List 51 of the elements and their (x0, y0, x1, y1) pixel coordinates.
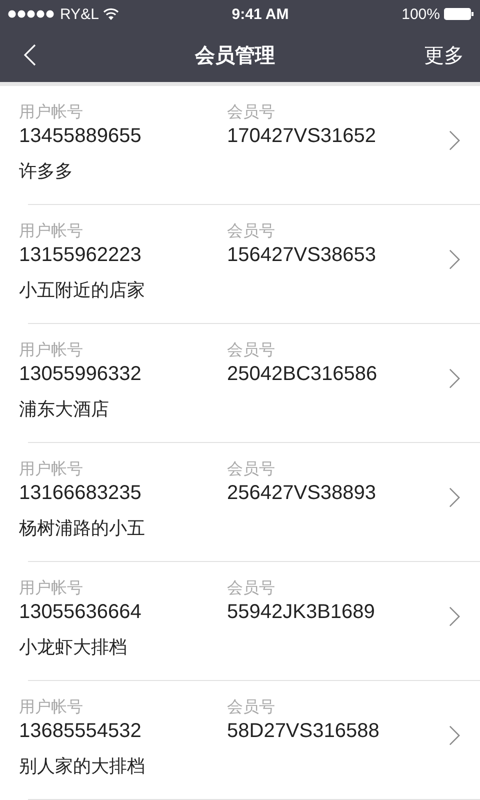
member-number: 156427VS38653 (227, 242, 378, 268)
chevron-icon (449, 130, 460, 151)
carrier-name: RY&L (60, 6, 99, 22)
chevron-icon (449, 487, 460, 508)
member-number-label: 会员号 (227, 340, 276, 360)
member-number: 58D27VS316588 (227, 718, 380, 744)
back-icon (24, 43, 36, 67)
member-name: 小龙虾大排档 (19, 636, 128, 658)
account-label: 用户帐号 (19, 460, 84, 480)
account-number: 13455889655 (19, 124, 142, 148)
member-name: 许多多 (19, 160, 74, 182)
account-label: 用户帐号 (19, 698, 84, 718)
account-number: 13166683235 (19, 480, 142, 506)
member-name: 杨树浦路的小五 (19, 516, 146, 540)
member-name: 别人家的大排档 (19, 754, 146, 778)
member-row[interactable]: 用户帐号 会员号 13055996332 25042BC316586 浦东大酒店 (0, 324, 480, 443)
chevron-icon (449, 725, 460, 746)
member-number-label: 会员号 (227, 460, 276, 480)
member-row[interactable]: 用户帐号 会员号 13455889655 170427VS31652 许多多 (0, 86, 480, 205)
member-number: 256427VS38893 (227, 480, 378, 506)
account-label: 用户帐号 (19, 578, 84, 598)
account-number: 13055996332 (19, 362, 142, 386)
battery-percent: 100% (402, 6, 440, 22)
account-label: 用户帐号 (19, 222, 84, 242)
chevron-icon (449, 368, 460, 389)
wifi-icon (102, 8, 119, 20)
chevron-icon (449, 606, 460, 627)
member-number-label: 会员号 (227, 102, 276, 122)
member-row[interactable]: 用户帐号 会员号 13685554532 58D27VS316588 别人家的大排档 (0, 681, 480, 800)
member-number: 55942JK3B1689 (227, 600, 376, 624)
member-name: 小五附近的店家 (19, 278, 146, 302)
member-name: 浦东大酒店 (19, 398, 110, 420)
account-number: 13685554532 (19, 718, 142, 744)
status-time: 9:41 AM (232, 6, 289, 22)
more-button[interactable]: 更多 (424, 42, 464, 68)
member-number-label: 会员号 (227, 698, 276, 718)
page-title: 会员管理 (195, 44, 275, 68)
account-label: 用户帐号 (19, 340, 84, 360)
member-row[interactable]: 用户帐号 会员号 13166683235 256427VS38893 杨树浦路的小五 (0, 443, 480, 562)
member-number: 170427VS31652 (227, 124, 378, 148)
account-label: 用户帐号 (19, 102, 84, 122)
member-row[interactable]: 用户帐号 会员号 13055636664 55942JK3B1689 小龙虾大排档 (0, 562, 480, 681)
member-row[interactable]: 用户帐号 会员号 13155962223 156427VS38653 小五附近的店家 (0, 205, 480, 324)
chevron-icon (449, 249, 460, 270)
member-number-label: 会员号 (227, 578, 276, 598)
account-number: 13155962223 (19, 242, 142, 268)
member-number: 25042BC316586 (227, 362, 378, 386)
signal-icon (8, 10, 56, 18)
member-number-label: 会员号 (227, 222, 276, 242)
account-number: 13055636664 (19, 600, 142, 624)
battery-icon (444, 8, 474, 20)
